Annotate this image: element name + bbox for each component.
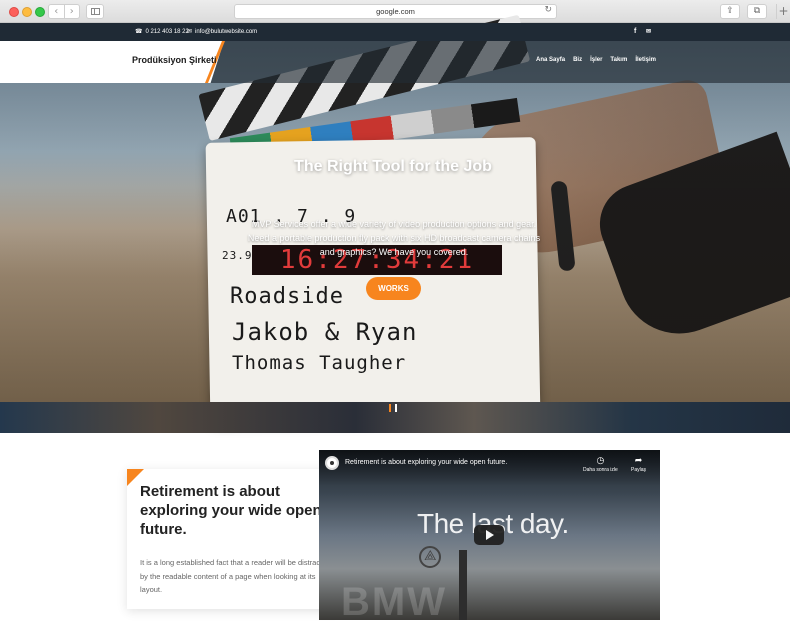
phone-contact[interactable]: ☎ 0 212 403 18 22 [135,23,189,41]
share-button[interactable]: ⇪ [720,4,740,19]
sidebar-toggle-button[interactable] [86,4,104,19]
email-contact[interactable]: ✉ info@bulutwebsite.com [187,23,257,41]
browser-chrome: ‹ › google.com ↻ ⇪ ⧉ + [0,0,790,23]
envelope-icon: ✉ [187,29,193,35]
tower-image [459,550,467,620]
close-window-button[interactable] [9,7,19,17]
new-tab-button[interactable]: + [776,4,790,19]
slider-indicators [389,404,397,412]
play-button[interactable] [474,525,504,545]
facebook-icon[interactable]: f [634,23,636,41]
hero-description: MVP Services offer a wide variety of vid… [247,219,541,257]
channel-avatar[interactable] [325,456,339,470]
phone-icon: ☎ [135,29,143,35]
nav-home[interactable]: Ana Sayfa [536,57,565,63]
mail-icon[interactable]: ✉ [646,23,651,41]
slider-dot-1[interactable] [389,404,391,412]
watch-later-button[interactable]: ◷ Daha sonra izle [583,456,618,473]
slider-dot-2[interactable] [395,404,397,412]
site-logo[interactable]: Prodüksiyon Şirketi [132,55,217,65]
reload-icon[interactable]: ↻ [544,5,552,15]
back-button[interactable]: ‹ [49,5,65,18]
history-nav: ‹ › [48,4,80,19]
phone-number: 0 212 403 18 22 [145,29,189,35]
works-button[interactable]: WORKS [366,277,421,300]
nav-team[interactable]: Takım [610,57,627,63]
url-text: google.com [376,7,415,16]
sidebar-icon [91,8,100,15]
youtube-embed[interactable]: BMW Retirement is about exploring your w… [319,450,660,620]
nav-works[interactable]: İşler [590,57,602,63]
main-nav: Ana Sayfa Biz İşler Takım İletişim [536,57,656,63]
clock-icon: ◷ [596,456,605,466]
video-title[interactable]: Retirement is about exploring your wide … [345,459,507,466]
forward-button[interactable]: › [65,5,80,18]
video-watermark: BMW [341,580,447,620]
minimize-window-button[interactable] [22,7,32,17]
slate-dir: Jakob & Ryan [232,318,418,346]
top-contact-bar: ☎ 0 212 403 18 22 ✉ info@bulutwebsite.co… [0,23,790,41]
card-text: It is a long established fact that a rea… [140,558,331,594]
nav-contact[interactable]: İletişim [635,57,656,63]
watch-later-label: Daha sonra izle [583,467,618,473]
maximize-window-button[interactable] [35,7,45,17]
tabs-overview-button[interactable]: ⧉ [747,4,767,19]
slate-prod: Roadside [230,284,344,309]
share-arrow-icon: ➦ [634,456,643,466]
card-title: Retirement is about exploring your wide … [140,483,322,538]
share-video-button[interactable]: ➦ Paylaş [631,456,646,473]
mercedes-logo-image [419,546,441,568]
slate-cam: Thomas Taugher [232,352,407,374]
email-address: info@bulutwebsite.com [195,29,258,35]
hero-title: The Right Tool for the Job [294,158,492,175]
share-label: Paylaş [631,467,647,473]
nav-about[interactable]: Biz [573,57,582,63]
